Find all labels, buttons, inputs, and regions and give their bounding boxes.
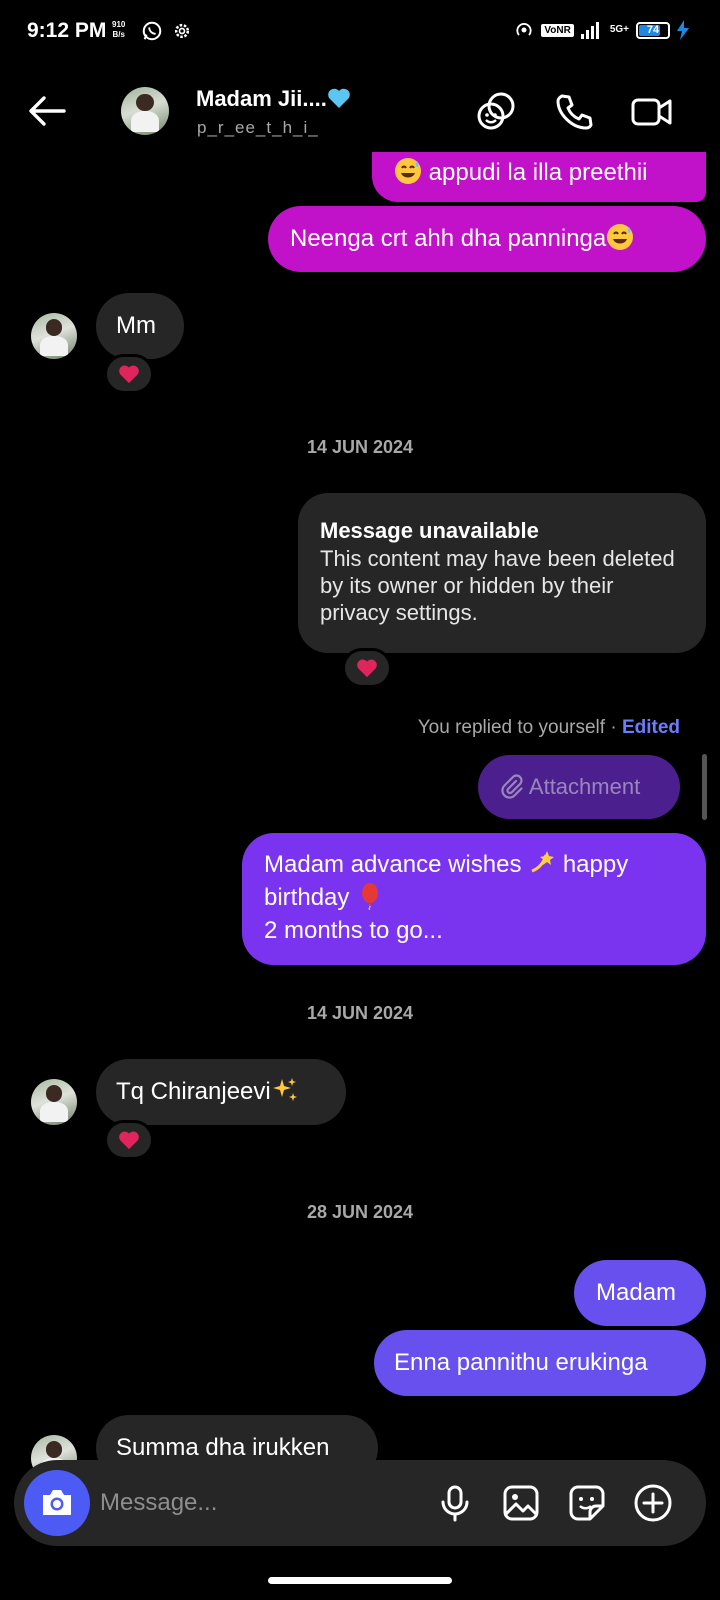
contact-name[interactable]: Madam Jii....: [196, 86, 351, 112]
light-blue-heart-icon: [328, 88, 350, 108]
unavailable-text: This content may have been deleted by it…: [320, 546, 675, 625]
sweat-smile-emoji-icon: [395, 158, 421, 184]
heart-reaction-icon: [119, 365, 139, 384]
chat-header: Madam Jii.... p_r_ee_t_h_i_: [0, 70, 720, 154]
volte-badge: VoNR: [541, 23, 574, 37]
sent-message[interactable]: appudi la illa preethii: [372, 152, 706, 202]
whatsapp-icon: [142, 21, 162, 41]
reply-note: You replied to yourself · Edited: [417, 717, 680, 738]
sent-message[interactable]: Madam advance wishes happy birthday 2 mo…: [242, 833, 706, 965]
contact-username: p_r_ee_t_h_i_: [197, 118, 319, 137]
network-speed: 910 B/s: [112, 20, 126, 39]
message-composer: [14, 1460, 706, 1546]
network-type: 5G+: [609, 24, 629, 35]
status-bar: 9:12 PM 910 B/s VoNR 5G+ 74: [0, 0, 720, 64]
dizzy-emoji-icon: [531, 851, 555, 873]
avatar[interactable]: [121, 87, 169, 135]
scrollbar[interactable]: [702, 754, 707, 820]
sweat-smile-emoji-icon: [607, 224, 634, 250]
camera-button[interactable]: [24, 1470, 90, 1536]
phone-icon[interactable]: [552, 90, 596, 134]
message-reaction[interactable]: [342, 648, 392, 688]
sender-avatar[interactable]: [31, 1079, 77, 1125]
status-right-group: VoNR 5G+ 74: [514, 20, 670, 40]
sticker-icon[interactable]: [566, 1482, 608, 1524]
status-time: 9:12 PM: [27, 19, 107, 42]
received-message[interactable]: Mm: [96, 293, 184, 359]
sender-avatar[interactable]: [31, 313, 77, 359]
date-divider: 14 JUN 2024: [306, 437, 414, 457]
edited-link[interactable]: Edited: [622, 717, 680, 738]
camera-icon: [43, 1490, 71, 1515]
microphone-icon[interactable]: [434, 1482, 476, 1524]
message-reaction[interactable]: [104, 1120, 154, 1160]
home-indicator[interactable]: [268, 1577, 452, 1584]
sent-message[interactable]: Madam: [574, 1260, 706, 1326]
battery-indicator: 74: [636, 21, 670, 39]
heart-reaction-icon: [357, 659, 377, 678]
gallery-icon[interactable]: [500, 1482, 542, 1524]
sticker-link-icon[interactable]: [474, 90, 518, 134]
charging-icon: [677, 20, 689, 40]
hotspot-icon: [516, 23, 532, 36]
sparkles-emoji-icon: [272, 1078, 297, 1101]
unavailable-message[interactable]: Message unavailable This content may hav…: [298, 493, 706, 653]
heart-reaction-icon: [119, 1131, 139, 1150]
plus-icon[interactable]: [632, 1482, 674, 1524]
date-divider: 14 JUN 2024: [306, 1003, 414, 1023]
unavailable-title: Message unavailable: [320, 518, 539, 543]
sent-message[interactable]: Enna pannithu erukinga: [374, 1330, 706, 1396]
back-arrow-icon[interactable]: [26, 90, 68, 132]
message-reaction[interactable]: [104, 354, 154, 394]
balloon-emoji-icon: [362, 883, 379, 910]
message-input[interactable]: [100, 1482, 420, 1524]
paperclip-icon: [501, 774, 523, 799]
received-message[interactable]: Tq Chiranjeevi: [96, 1059, 346, 1125]
signal-icon: [580, 22, 599, 39]
sent-message[interactable]: Neenga crt ahh dha panninga: [268, 206, 706, 272]
video-icon[interactable]: [630, 90, 674, 134]
date-divider: 28 JUN 2024: [306, 1202, 414, 1222]
attachment-reply[interactable]: Attachment: [478, 755, 680, 819]
settings-gear-icon: [174, 23, 190, 39]
